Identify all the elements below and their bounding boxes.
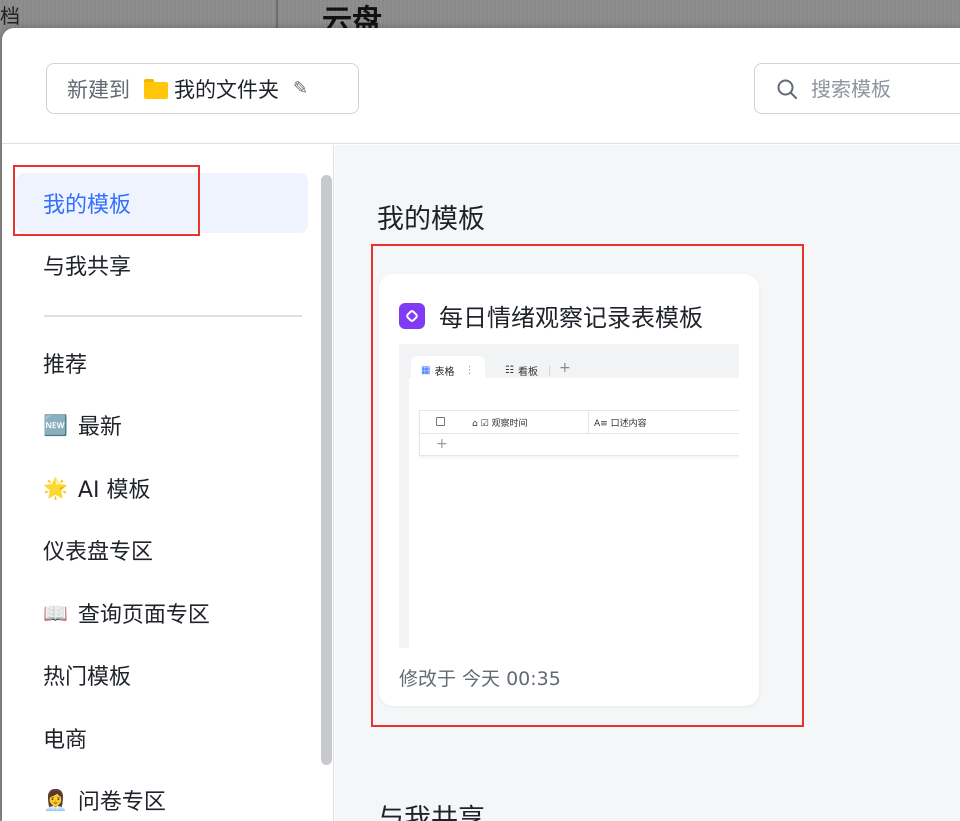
section-title-shared: 与我共享 [377,804,485,821]
folder-name: 我的文件夹 [174,77,279,102]
section-title-my-templates: 我的模板 [377,204,485,235]
sidebar-divider [44,315,302,317]
template-preview: ▦ 表格 ⋮ ☷ 看板 | + ⌂ ☑ 观察时间 A≡ 口述内容 + [399,344,739,648]
sidebar-item-label: 问卷专区 [77,790,166,815]
preview-tabs: ▦ 表格 ⋮ ☷ 看板 | + [409,350,739,384]
main-content: 我的模板 每日情绪观察记录表模板 ▦ 表格 ⋮ ☷ 看板 | + ⌂ ☑ 观察时… [335,145,960,821]
sidebar-item-label: AI 模板 [77,478,151,503]
preview-column-time: ⌂ ☑ 观察时间 [472,419,528,429]
sidebar-item-label: 与我共享 [43,255,132,280]
sidebar-scrollbar[interactable] [321,175,332,765]
more-icon: ⋮ [464,364,475,376]
sidebar-item-ai-templates[interactable]: 🌟 AI 模板 [16,458,308,518]
preview-column-content: A≡ 口述内容 [594,419,647,429]
new-icon: 🆕 [43,413,68,437]
dialog-header: 新建到 我的文件夹 ✎ [2,28,960,144]
card-title: 每日情绪观察记录表模板 [439,304,703,332]
sidebar-item-latest[interactable]: 🆕 最新 [16,395,308,455]
sidebar: 我的模板 与我共享 推荐 🆕 最新 🌟 AI 模板 仪表盘专区 📖 查询页面专区… [2,145,334,821]
sidebar-item-my-templates[interactable]: 我的模板 [16,173,308,233]
search-box[interactable] [754,63,960,114]
sidebar-item-questionnaire[interactable]: 👩‍💼 问卷专区 [16,770,308,821]
sidebar-item-dashboard[interactable]: 仪表盘专区 [16,520,308,580]
person-icon: 👩‍💼 [43,788,68,812]
edit-icon: ✎ [293,78,309,99]
base-app-icon [399,302,425,329]
create-location-button[interactable]: 新建到 我的文件夹 ✎ [46,63,359,114]
grid-icon: ▦ [421,364,431,376]
preview-tab-kanban: ☷ 看板 | [495,356,561,384]
folder-icon [144,78,168,99]
sidebar-item-label: 最新 [77,415,122,440]
create-location-prefix: 新建到 [67,77,130,102]
preview-table: ⌂ ☑ 观察时间 A≡ 口述内容 + [419,410,739,456]
book-icon: 📖 [43,601,68,625]
sidebar-item-label: 电商 [43,728,88,753]
sidebar-item-label: 推荐 [43,353,88,378]
sparkle-icon: 🌟 [43,476,68,500]
search-icon [777,79,797,99]
backdrop-divider [276,0,278,30]
backdrop-fragment-text: 档 [0,4,20,28]
template-dialog: 新建到 我的文件夹 ✎ 我的模板 与我共享 推荐 🆕 最新 🌟 [2,28,960,821]
column-divider [588,411,589,434]
kanban-icon: ☷ [505,364,514,376]
sidebar-item-label: 我的模板 [43,193,132,218]
preview-tab-label: 看板 [517,366,538,378]
sidebar-item-label: 热门模板 [43,665,132,690]
sidebar-item-ecommerce[interactable]: 电商 [16,708,308,768]
preview-body: ⌂ ☑ 观察时间 A≡ 口述内容 + [409,384,739,648]
sidebar-item-shared-with-me[interactable]: 与我共享 [16,235,308,295]
checkbox-icon [436,417,445,426]
add-view-icon: + [559,360,571,376]
preview-tab-label: 表格 [434,366,455,378]
add-row-icon: + [436,436,448,452]
tab-separator: | [547,364,552,376]
sidebar-item-label: 仪表盘专区 [43,540,154,565]
preview-table-header: ⌂ ☑ 观察时间 A≡ 口述内容 [420,411,739,434]
sidebar-item-recommended[interactable]: 推荐 [16,333,308,393]
sidebar-item-popular[interactable]: 热门模板 [16,645,308,705]
card-modified-time: 修改于 今天 00:35 [399,668,561,690]
card-title-row: 每日情绪观察记录表模板 [399,298,703,333]
search-input[interactable] [811,76,960,101]
sidebar-item-label: 查询页面专区 [77,603,210,628]
preview-tab-grid: ▦ 表格 ⋮ [411,356,485,384]
template-card[interactable]: 每日情绪观察记录表模板 ▦ 表格 ⋮ ☷ 看板 | + ⌂ ☑ 观察时间 A≡ … [379,274,759,706]
sidebar-item-query-pages[interactable]: 📖 查询页面专区 [16,583,308,643]
